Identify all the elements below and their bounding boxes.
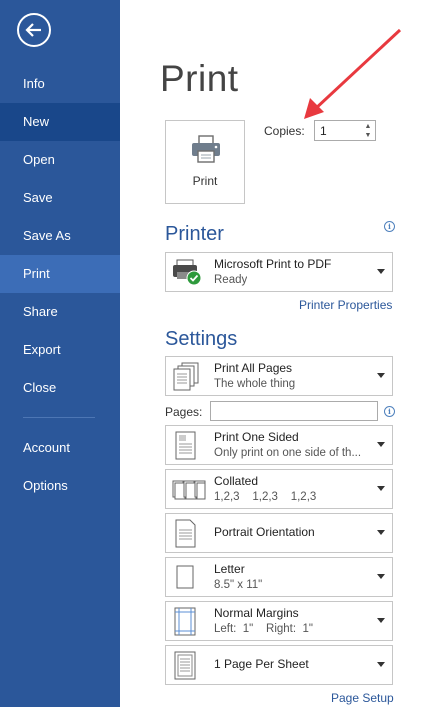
collated-pages-icon [172,475,206,510]
page-title: Print [160,58,239,99]
sides-desc: Only print on one side of th... [214,447,362,459]
copies-label: Copies: [264,124,305,138]
pages-stack-icon [172,362,200,397]
printer-status: Ready [214,274,248,286]
orientation-label: Portrait Orientation [214,525,315,539]
sidebar-divider [23,417,95,418]
caret-down-icon [377,618,385,623]
sidebar-item-info[interactable]: Info [0,65,120,103]
sidebar-item-options[interactable]: Options [0,467,120,505]
sidebar-item-export[interactable]: Export [0,331,120,369]
caret-down-icon [377,662,385,667]
sidebar-item-save-as[interactable]: Save As [0,217,120,255]
margins-desc: Left: 1" Right: 1" [214,623,313,635]
one-sided-page-icon [172,431,200,466]
sides-label: Print One Sided [214,430,299,444]
pages-per-sheet-label: 1 Page Per Sheet [214,657,309,671]
copies-value: 1 [320,124,327,138]
pages-input[interactable] [210,401,378,421]
caret-down-icon [377,486,385,491]
paper-size-dropdown[interactable]: Letter 8.5" x 11" [165,557,393,597]
sidebar-item-account[interactable]: Account [0,429,120,467]
info-icon[interactable]: i [384,406,395,417]
page-setup-link[interactable]: Page Setup [331,691,394,705]
sides-dropdown[interactable]: Print One Sided Only print on one side o… [165,425,393,465]
printer-ready-icon [172,258,204,293]
sidebar-item-share[interactable]: Share [0,293,120,331]
portrait-page-icon [172,519,200,554]
margins-icon [172,607,200,642]
margins-dropdown[interactable]: Normal Margins Left: 1" Right: 1" [165,601,393,641]
settings-section-title: Settings [165,328,238,350]
caret-down-icon [377,530,385,535]
paper-size-label: Letter [214,562,245,576]
copies-stepper[interactable]: 1 ▲ ▼ [314,120,376,141]
print-range-label: Print All Pages [214,361,293,375]
copies-down-icon[interactable]: ▼ [362,131,374,140]
margins-label: Normal Margins [214,606,299,620]
print-range-desc: The whole thing [214,378,296,390]
sidebar-item-new[interactable]: New [0,103,120,141]
blank-page-icon [172,563,200,598]
caret-down-icon [377,269,385,274]
sidebar-item-open[interactable]: Open [0,141,120,179]
printer-name: Microsoft Print to PDF [214,257,332,271]
print-button[interactable]: Print [165,120,245,204]
back-arrow-icon[interactable] [17,13,51,47]
sidebar-item-print[interactable]: Print [0,255,120,293]
caret-down-icon [377,574,385,579]
page-per-sheet-icon [172,651,200,686]
info-icon[interactable]: i [384,221,395,232]
printer-dropdown[interactable]: Microsoft Print to PDF Ready [165,252,393,292]
sidebar-item-save[interactable]: Save [0,179,120,217]
collate-label: Collated [214,474,259,488]
orientation-dropdown[interactable]: Portrait Orientation [165,513,393,553]
print-button-label: Print [192,174,218,188]
printer-icon [191,135,221,168]
printer-properties-link[interactable]: Printer Properties [299,298,392,312]
collate-dropdown[interactable]: Collated 1,2,3 1,2,3 1,2,3 [165,469,393,509]
pages-label: Pages: [165,405,203,419]
print-range-dropdown[interactable]: Print All Pages The whole thing [165,356,393,396]
paper-size-desc: 8.5" x 11" [214,579,263,591]
sidebar-item-close[interactable]: Close [0,369,120,407]
pages-per-sheet-dropdown[interactable]: 1 Page Per Sheet [165,645,393,685]
printer-section-title: Printer [165,223,224,245]
annotation-arrow-icon [304,28,402,119]
caret-down-icon [377,442,385,447]
caret-down-icon [377,373,385,378]
copies-up-icon[interactable]: ▲ [362,122,374,131]
backstage-sidebar: Info New Open Save Save As Print Share E… [0,0,120,707]
collate-desc: 1,2,3 1,2,3 1,2,3 [214,491,317,503]
